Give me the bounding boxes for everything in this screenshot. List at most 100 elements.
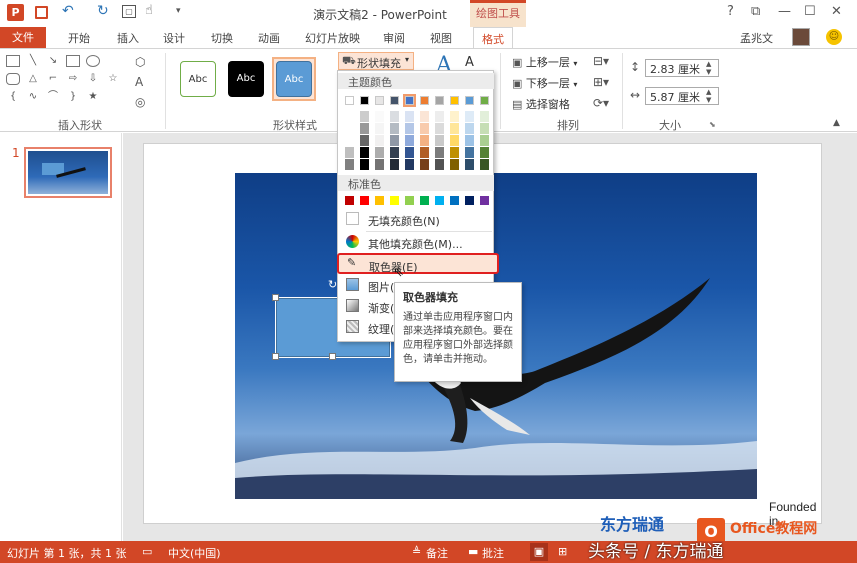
theme-shade-swatch[interactable] bbox=[390, 123, 399, 134]
standard-color-swatch[interactable] bbox=[465, 196, 474, 205]
theme-shade-swatch[interactable] bbox=[480, 123, 489, 134]
theme-shade-swatch[interactable] bbox=[390, 111, 399, 122]
shape-elbow-icon[interactable]: ⌐ bbox=[46, 73, 60, 85]
theme-shade-swatch[interactable] bbox=[375, 123, 384, 134]
style-sample-black[interactable]: Abc bbox=[228, 61, 264, 97]
shape-rectangle-icon[interactable] bbox=[66, 55, 80, 67]
comments-button[interactable]: 批注 bbox=[482, 545, 504, 561]
theme-color-swatch[interactable] bbox=[435, 96, 444, 105]
rotate-handle-icon[interactable]: ↻ bbox=[328, 278, 337, 291]
shape-line-icon[interactable]: ╲ bbox=[26, 55, 40, 67]
standard-color-swatch[interactable] bbox=[390, 196, 399, 205]
style-sample-outline[interactable]: Abc bbox=[180, 61, 216, 97]
edit-shape-icon[interactable]: ⬡ bbox=[135, 55, 145, 69]
theme-color-swatch[interactable] bbox=[450, 96, 459, 105]
shape-arrow-down-icon[interactable]: ⇩ bbox=[86, 73, 100, 85]
theme-shade-swatch[interactable] bbox=[420, 135, 429, 146]
theme-shade-swatch[interactable] bbox=[450, 135, 459, 146]
theme-shade-swatch[interactable] bbox=[450, 123, 459, 134]
standard-color-swatch[interactable] bbox=[345, 196, 354, 205]
theme-shade-swatch[interactable] bbox=[435, 135, 444, 146]
shape-textbox-icon[interactable] bbox=[6, 55, 20, 67]
width-spinner-icon[interactable]: ▲ ▼ bbox=[706, 88, 711, 104]
minimize-button[interactable]: — bbox=[778, 4, 791, 19]
theme-shade-swatch[interactable] bbox=[465, 159, 474, 170]
help-icon[interactable]: ? bbox=[727, 4, 734, 19]
theme-shade-swatch[interactable] bbox=[465, 147, 474, 158]
ribbon-display-icon[interactable]: ⧉ bbox=[751, 4, 760, 19]
theme-shade-swatch[interactable] bbox=[360, 135, 369, 146]
shape-star-icon[interactable]: ☆ bbox=[106, 73, 120, 85]
resize-handle[interactable] bbox=[272, 353, 279, 360]
theme-shade-swatch[interactable] bbox=[360, 111, 369, 122]
standard-color-swatch[interactable] bbox=[480, 196, 489, 205]
customize-qat-icon[interactable]: ▾ bbox=[176, 6, 181, 16]
shape-fill-button[interactable]: ⛟ 形状填充 ▾ bbox=[338, 52, 414, 70]
theme-shade-swatch[interactable] bbox=[360, 123, 369, 134]
spellcheck-icon[interactable]: ▭ bbox=[142, 545, 152, 558]
theme-shade-swatch[interactable] bbox=[375, 111, 384, 122]
theme-shade-swatch[interactable] bbox=[435, 159, 444, 170]
resize-handle[interactable] bbox=[329, 353, 336, 360]
theme-shade-swatch[interactable] bbox=[405, 135, 414, 146]
theme-shade-swatch[interactable] bbox=[360, 147, 369, 158]
theme-shade-swatch[interactable] bbox=[360, 159, 369, 170]
start-presentation-icon[interactable]: ▢ bbox=[122, 5, 136, 18]
collapse-ribbon-icon[interactable]: ▲ bbox=[833, 118, 840, 128]
touch-mode-icon[interactable]: ☝ bbox=[145, 3, 153, 18]
theme-color-swatch[interactable] bbox=[403, 94, 416, 107]
resize-handle[interactable] bbox=[272, 294, 279, 301]
theme-shade-swatch[interactable] bbox=[435, 123, 444, 134]
theme-shade-swatch[interactable] bbox=[420, 123, 429, 134]
theme-shade-swatch[interactable] bbox=[390, 135, 399, 146]
tab-transitions[interactable]: 切换 bbox=[211, 30, 233, 46]
avatar[interactable] bbox=[792, 28, 810, 46]
tab-design[interactable]: 设计 bbox=[163, 30, 185, 46]
merge-shapes-icon[interactable]: ◎ bbox=[135, 95, 145, 109]
theme-shade-swatch[interactable] bbox=[405, 159, 414, 170]
theme-color-swatch[interactable] bbox=[480, 96, 489, 105]
theme-shade-swatch[interactable] bbox=[435, 111, 444, 122]
standard-color-swatch[interactable] bbox=[360, 196, 369, 205]
tab-home[interactable]: 开始 bbox=[68, 30, 90, 46]
shape-arc-icon[interactable]: ⌒ bbox=[46, 91, 60, 103]
theme-color-swatch[interactable] bbox=[465, 96, 474, 105]
theme-shade-swatch[interactable] bbox=[345, 135, 354, 146]
text-box-icon[interactable]: A bbox=[135, 75, 143, 89]
shape-arrow-right-icon[interactable]: ⇨ bbox=[66, 73, 80, 85]
comments-icon[interactable]: ▬ bbox=[468, 545, 478, 558]
tab-animations[interactable]: 动画 bbox=[258, 30, 280, 46]
send-backward-button[interactable]: ▣ 下移一层 ▾ bbox=[512, 75, 577, 91]
align-icon[interactable]: ⊟▾ bbox=[593, 54, 609, 68]
theme-shade-swatch[interactable] bbox=[450, 147, 459, 158]
shape-arrow-line-icon[interactable]: ↘ bbox=[46, 55, 60, 67]
user-name[interactable]: 孟兆文 bbox=[740, 30, 773, 46]
tab-insert[interactable]: 插入 bbox=[117, 30, 139, 46]
redo-icon[interactable]: ↻ bbox=[97, 3, 109, 19]
theme-shade-swatch[interactable] bbox=[450, 111, 459, 122]
theme-shade-swatch[interactable] bbox=[420, 147, 429, 158]
rotate-icon[interactable]: ⟳▾ bbox=[593, 96, 609, 110]
standard-color-swatch[interactable] bbox=[420, 196, 429, 205]
more-fill-colors-item[interactable]: 其他填充颜色(M)... bbox=[338, 232, 494, 253]
slide-thumbnail[interactable] bbox=[24, 147, 112, 198]
theme-shade-swatch[interactable] bbox=[375, 135, 384, 146]
no-fill-item[interactable]: 无填充颜色(N) bbox=[338, 209, 494, 230]
theme-shade-swatch[interactable] bbox=[480, 135, 489, 146]
save-icon[interactable] bbox=[35, 6, 48, 19]
standard-color-swatch[interactable] bbox=[435, 196, 444, 205]
shape-curve-icon[interactable]: ∿ bbox=[26, 91, 40, 103]
theme-shade-swatch[interactable] bbox=[480, 111, 489, 122]
bring-forward-button[interactable]: ▣ 上移一层 ▾ bbox=[512, 54, 577, 70]
theme-color-swatch[interactable] bbox=[420, 96, 429, 105]
shape-rounded-rect-icon[interactable] bbox=[6, 73, 20, 85]
tab-review[interactable]: 审阅 bbox=[383, 30, 405, 46]
undo-icon[interactable]: ↶ bbox=[62, 3, 74, 19]
eyedropper-item[interactable]: ✎ 取色器(E) bbox=[337, 253, 499, 274]
close-button[interactable]: ✕ bbox=[831, 4, 842, 19]
theme-shade-swatch[interactable] bbox=[345, 111, 354, 122]
theme-shade-swatch[interactable] bbox=[480, 159, 489, 170]
theme-shade-swatch[interactable] bbox=[405, 111, 414, 122]
theme-shade-swatch[interactable] bbox=[420, 159, 429, 170]
theme-shade-swatch[interactable] bbox=[420, 111, 429, 122]
